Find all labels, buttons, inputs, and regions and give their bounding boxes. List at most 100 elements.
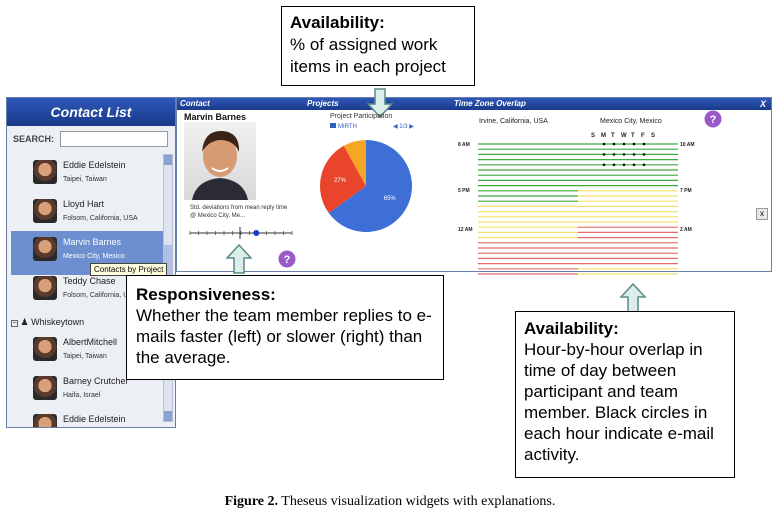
avatar <box>33 160 57 184</box>
contact-list-title: Contact List <box>7 98 175 126</box>
left-time-label: 8 AM <box>458 142 470 148</box>
scroll-up-icon[interactable] <box>164 155 172 165</box>
group-label: Whiskeytown <box>31 317 85 327</box>
search-row: SEARCH: <box>7 126 175 152</box>
project-pie-chart: 65% 27% <box>320 140 412 232</box>
avatar <box>33 199 57 223</box>
responsiveness-slider <box>189 227 293 239</box>
email-activity-dot <box>632 163 636 167</box>
avatar <box>33 237 57 261</box>
right-time-label: 2 AM <box>680 227 692 233</box>
avatar <box>33 376 57 400</box>
contact-name: Marvin Barnes <box>63 237 122 247</box>
contact-detail-name: Marvin Barnes <box>184 112 247 122</box>
availability-callout-top: Availability: % of assigned work items i… <box>281 6 475 86</box>
contact-name: Teddy Chase <box>63 276 116 286</box>
email-activity-dot <box>622 153 626 156</box>
contact-name: Barney Crutcher <box>63 376 129 386</box>
weekday-label: T <box>611 133 615 139</box>
callout-text: Hour-by-hour overlap in time of day betw… <box>524 340 714 464</box>
search-input[interactable] <box>60 131 169 147</box>
contact-entry[interactable]: Eddie Edelstein <box>11 408 167 427</box>
callout-text: % of assigned work items in each project <box>290 35 446 76</box>
callout-text: Whether the team member replies to e-mai… <box>136 306 432 367</box>
right-location: Mexico City, Mexico <box>600 118 662 125</box>
responsiveness-caption: Std. deviations from mean reply time @ M… <box>190 205 288 219</box>
detail-panel: Contact Projects Time Zone Overlap X x <box>176 97 772 272</box>
legend-label: MIRTH <box>338 124 357 130</box>
svg-text:?: ? <box>284 254 291 266</box>
responsiveness-callout: Responsiveness: Whether the team member … <box>126 275 444 380</box>
contact-name: Eddie Edelstein <box>63 414 126 424</box>
email-activity-dot <box>612 153 616 156</box>
pie-slice-label: 65% <box>384 196 397 202</box>
caption-text: Theseus visualization widgets with expla… <box>278 494 556 509</box>
pie-legend: MIRTH <box>330 123 357 130</box>
left-time-label: 5 PM <box>458 188 470 194</box>
tab-bar: Contact Projects Time Zone Overlap X <box>177 98 771 110</box>
arrow-up-icon <box>620 283 646 313</box>
group-icon: ♟ <box>20 317 29 327</box>
email-activity-dot <box>622 163 626 167</box>
email-activity-dot <box>602 142 606 146</box>
email-activity-dot <box>632 142 636 146</box>
left-time-label: 12 AM <box>458 227 473 233</box>
callout-title: Availability: <box>290 13 385 32</box>
group-header[interactable]: − ♟ Whiskeytown <box>11 317 84 328</box>
email-activity-dot <box>632 153 636 156</box>
figure-caption: Figure 2. Theseus visualization widgets … <box>0 494 780 510</box>
scroll-down-icon[interactable] <box>164 411 172 421</box>
callout-title: Availability: <box>524 319 619 338</box>
contact-location: Haifa, Israel <box>63 392 101 399</box>
close-icon[interactable]: X <box>760 99 766 109</box>
project-pager[interactable]: ◀ 1/3 ▶ <box>393 123 414 130</box>
avatar <box>33 414 57 427</box>
email-activity-dot <box>612 142 616 146</box>
pie-slice-label: 27% <box>334 178 347 184</box>
svg-text:?: ? <box>710 114 717 126</box>
contact-name: AlbertMitchell <box>63 337 118 347</box>
collapse-icon[interactable]: − <box>11 320 18 327</box>
tab-time-zone-overlap[interactable]: Time Zone Overlap <box>454 99 526 108</box>
caption-label: Figure 2. <box>224 494 279 509</box>
callout-title: Responsiveness: <box>136 285 276 304</box>
email-activity-dot <box>612 163 616 167</box>
weekday-label: T <box>631 133 635 139</box>
avatar <box>33 337 57 361</box>
contact-location: Folsom, California, USA <box>63 215 138 222</box>
close-button[interactable]: x <box>756 208 768 220</box>
weekday-label: F <box>641 133 645 139</box>
left-location: Irvine, California, USA <box>479 118 548 125</box>
availability-callout: Availability: Hour-by-hour overlap in ti… <box>515 311 735 478</box>
avatar <box>33 276 57 300</box>
weekday-label: M <box>601 133 606 139</box>
legend-swatch <box>330 123 336 128</box>
contact-location: Taipei, Taiwan <box>63 353 107 360</box>
right-time-label: 10 AM <box>680 142 695 148</box>
contact-entry[interactable]: Eddie Edelstein Taipei, Taiwan <box>11 154 167 198</box>
email-activity-dot <box>602 163 606 167</box>
email-activity-dot <box>642 163 646 167</box>
weekday-label: S <box>591 133 596 139</box>
contact-location: Taipei, Taiwan <box>63 176 107 183</box>
email-activity-dot <box>642 142 646 146</box>
weekday-label: W <box>621 133 627 139</box>
right-time-label: 7 PM <box>680 188 692 194</box>
help-icon[interactable]: ? <box>704 110 722 128</box>
email-activity-dot <box>642 153 646 156</box>
contact-location: Folsom, California, U <box>63 292 129 299</box>
tab-contact[interactable]: Contact <box>180 99 210 108</box>
tab-projects[interactable]: Projects <box>307 99 339 108</box>
time-zone-overlap-grid <box>478 142 678 275</box>
help-icon[interactable]: ? <box>278 250 296 268</box>
contact-name: Lloyd Hart <box>63 199 105 209</box>
responsiveness-marker <box>253 230 260 236</box>
search-label: SEARCH: <box>13 134 55 144</box>
weekday-label: S <box>651 133 656 139</box>
contact-name: Eddie Edelstein <box>63 160 126 170</box>
contact-photo <box>184 122 256 200</box>
project-participation-title: Project Participation <box>330 113 393 120</box>
arrow-up-icon <box>226 244 252 274</box>
contact-location: Mexico City, Mexico <box>63 253 125 260</box>
email-activity-dot <box>602 153 606 156</box>
